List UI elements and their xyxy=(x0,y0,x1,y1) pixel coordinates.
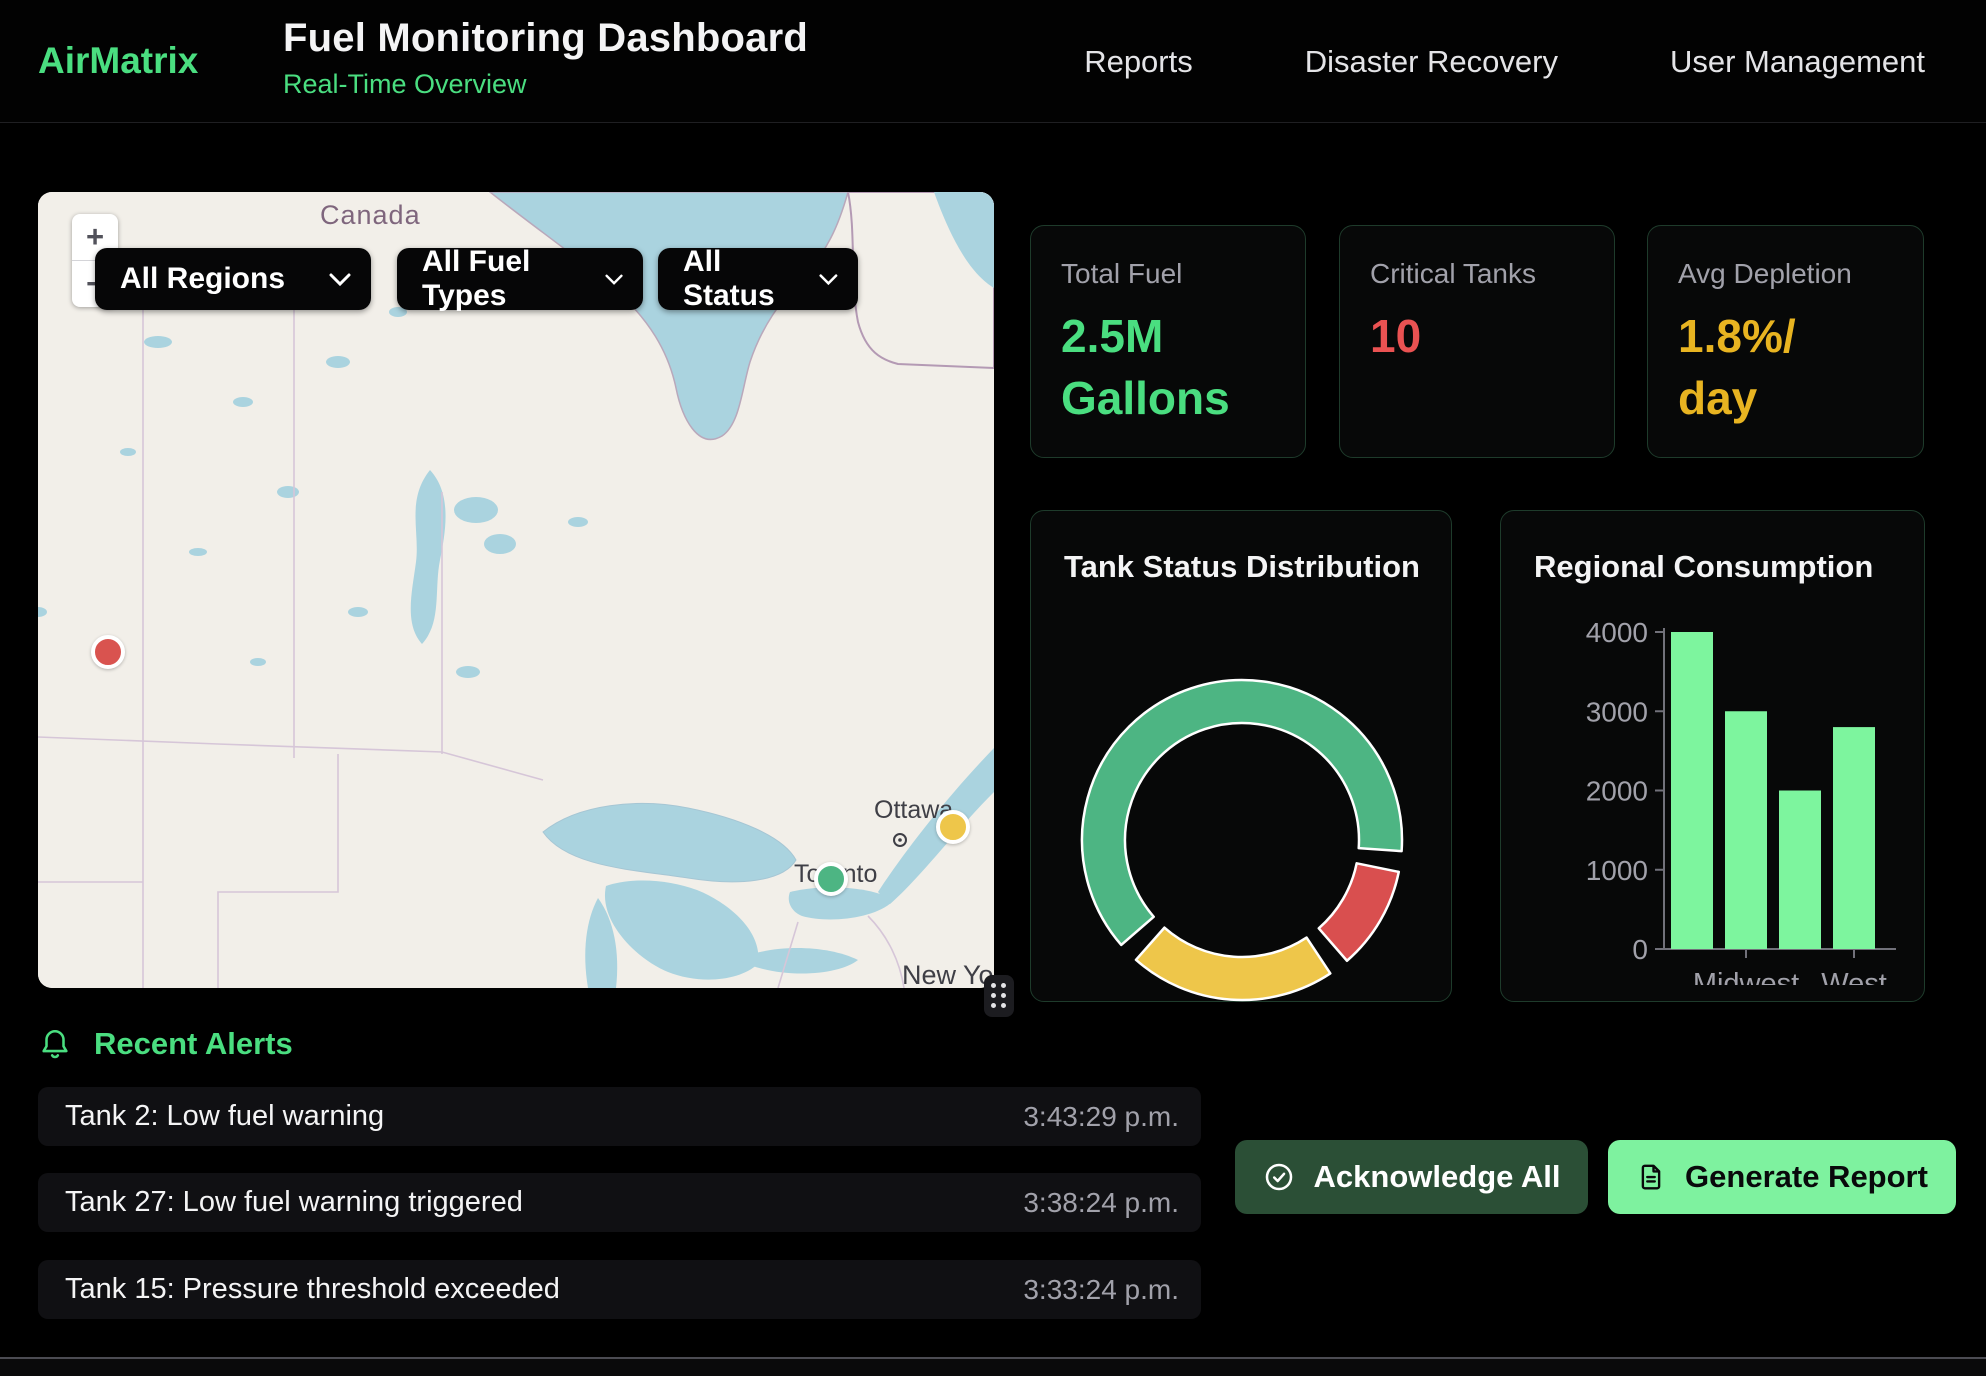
generate-report-label: Generate Report xyxy=(1685,1159,1928,1195)
tank-marker-warning[interactable] xyxy=(936,810,970,844)
svg-text:3000: 3000 xyxy=(1586,696,1648,727)
map-label-newyork: New York xyxy=(902,960,994,988)
bar-0 xyxy=(1671,632,1713,949)
stat-value: 1.8%/ day xyxy=(1678,306,1893,429)
donut-segment xyxy=(1319,863,1399,960)
map-town-dot-inner xyxy=(898,838,902,842)
stat-value: 10 xyxy=(1370,306,1584,368)
check-circle-icon xyxy=(1263,1161,1295,1193)
alert-row[interactable]: Tank 15: Pressure threshold exceeded 3:3… xyxy=(38,1260,1201,1319)
tank-status-donut-chart xyxy=(1031,585,1453,1025)
fuel-type-filter-select[interactable]: All Fuel Types xyxy=(397,248,643,310)
chevron-down-icon xyxy=(329,273,351,286)
status-filter-value: All Status xyxy=(683,245,801,313)
page-title: Fuel Monitoring Dashboard xyxy=(283,16,808,61)
svg-text:4000: 4000 xyxy=(1586,617,1648,648)
fuel-dashboard-app: AirMatrix Fuel Monitoring Dashboard Real… xyxy=(0,0,1986,1376)
acknowledge-all-label: Acknowledge All xyxy=(1314,1159,1561,1195)
alert-row[interactable]: Tank 2: Low fuel warning 3:43:29 p.m. xyxy=(38,1087,1201,1146)
regional-consumption-card: Regional Consumption 0 1000 2000 3000 4000 Mi… xyxy=(1500,510,1925,1002)
donut-segment xyxy=(1136,928,1330,1000)
main-nav: Reports Disaster Recovery User Managemen… xyxy=(1084,0,1925,123)
map-lake-small-1 xyxy=(454,497,498,523)
nav-disaster-recovery[interactable]: Disaster Recovery xyxy=(1305,44,1558,80)
map-resize-handle[interactable] xyxy=(984,975,1014,1017)
map-label-canada: Canada xyxy=(320,200,421,230)
svg-text:2000: 2000 xyxy=(1586,776,1648,807)
chevron-down-icon xyxy=(819,273,838,286)
tank-marker-critical[interactable] xyxy=(91,635,125,669)
bar-2 xyxy=(1779,791,1821,950)
stat-label: Avg Depletion xyxy=(1678,258,1893,290)
alert-text: Tank 15: Pressure threshold exceeded xyxy=(65,1273,560,1306)
alerts-title: Recent Alerts xyxy=(94,1026,293,1062)
page-subtitle: Real-Time Overview xyxy=(283,69,808,100)
bar-1 xyxy=(1725,711,1767,949)
svg-text:West: West xyxy=(1821,968,1887,985)
svg-text:0: 0 xyxy=(1632,934,1648,965)
status-filter-select[interactable]: All Status xyxy=(658,248,858,310)
alert-text: Tank 27: Low fuel warning triggered xyxy=(65,1186,523,1219)
fuel-type-filter-value: All Fuel Types xyxy=(422,245,587,313)
tank-marker-normal[interactable] xyxy=(814,862,848,896)
regional-consumption-bar-chart: 0 1000 2000 3000 4000 Midwest West xyxy=(1501,585,1926,985)
svg-text:1000: 1000 xyxy=(1586,855,1648,886)
svg-text:Midwest: Midwest xyxy=(1693,968,1799,985)
stat-value: 2.5M Gallons xyxy=(1061,306,1275,429)
stat-card-critical-tanks: Critical Tanks 10 xyxy=(1339,225,1615,458)
region-filter-value: All Regions xyxy=(120,262,285,296)
alert-text: Tank 2: Low fuel warning xyxy=(65,1100,384,1133)
map-lake-small-2 xyxy=(484,534,516,554)
app-header: AirMatrix Fuel Monitoring Dashboard Real… xyxy=(0,0,1986,123)
brand-logo: AirMatrix xyxy=(38,40,198,82)
map-filters: All Regions All Fuel Types All Status xyxy=(95,248,858,310)
alerts-header: Recent Alerts xyxy=(38,1026,293,1062)
nav-user-management[interactable]: User Management xyxy=(1670,44,1925,80)
stat-label: Critical Tanks xyxy=(1370,258,1584,290)
bar-3 xyxy=(1833,727,1875,949)
alert-row[interactable]: Tank 27: Low fuel warning triggered 3:38… xyxy=(38,1173,1201,1232)
regional-consumption-title: Regional Consumption xyxy=(1534,549,1924,585)
bell-icon xyxy=(38,1027,72,1061)
file-text-icon xyxy=(1636,1162,1666,1192)
region-filter-select[interactable]: All Regions xyxy=(95,248,371,310)
generate-report-button[interactable]: Generate Report xyxy=(1608,1140,1956,1214)
alert-time: 3:38:24 p.m. xyxy=(1023,1187,1179,1219)
chevron-down-icon xyxy=(605,273,623,286)
tank-status-card: Tank Status Distribution xyxy=(1030,510,1452,1002)
alert-time: 3:33:24 p.m. xyxy=(1023,1274,1179,1306)
nav-reports[interactable]: Reports xyxy=(1084,44,1193,80)
alert-time: 3:43:29 p.m. xyxy=(1023,1101,1179,1133)
map-panel[interactable]: Canada Ottawa Toronto New York + − All R… xyxy=(38,192,994,988)
acknowledge-all-button[interactable]: Acknowledge All xyxy=(1235,1140,1588,1214)
title-block: Fuel Monitoring Dashboard Real-Time Over… xyxy=(283,16,808,100)
stat-label: Total Fuel xyxy=(1061,258,1275,290)
stat-card-avg-depletion: Avg Depletion 1.8%/ day xyxy=(1647,225,1924,458)
stat-card-total-fuel: Total Fuel 2.5M Gallons xyxy=(1030,225,1306,458)
tank-status-title: Tank Status Distribution xyxy=(1064,549,1451,585)
footer-divider xyxy=(0,1357,1986,1376)
